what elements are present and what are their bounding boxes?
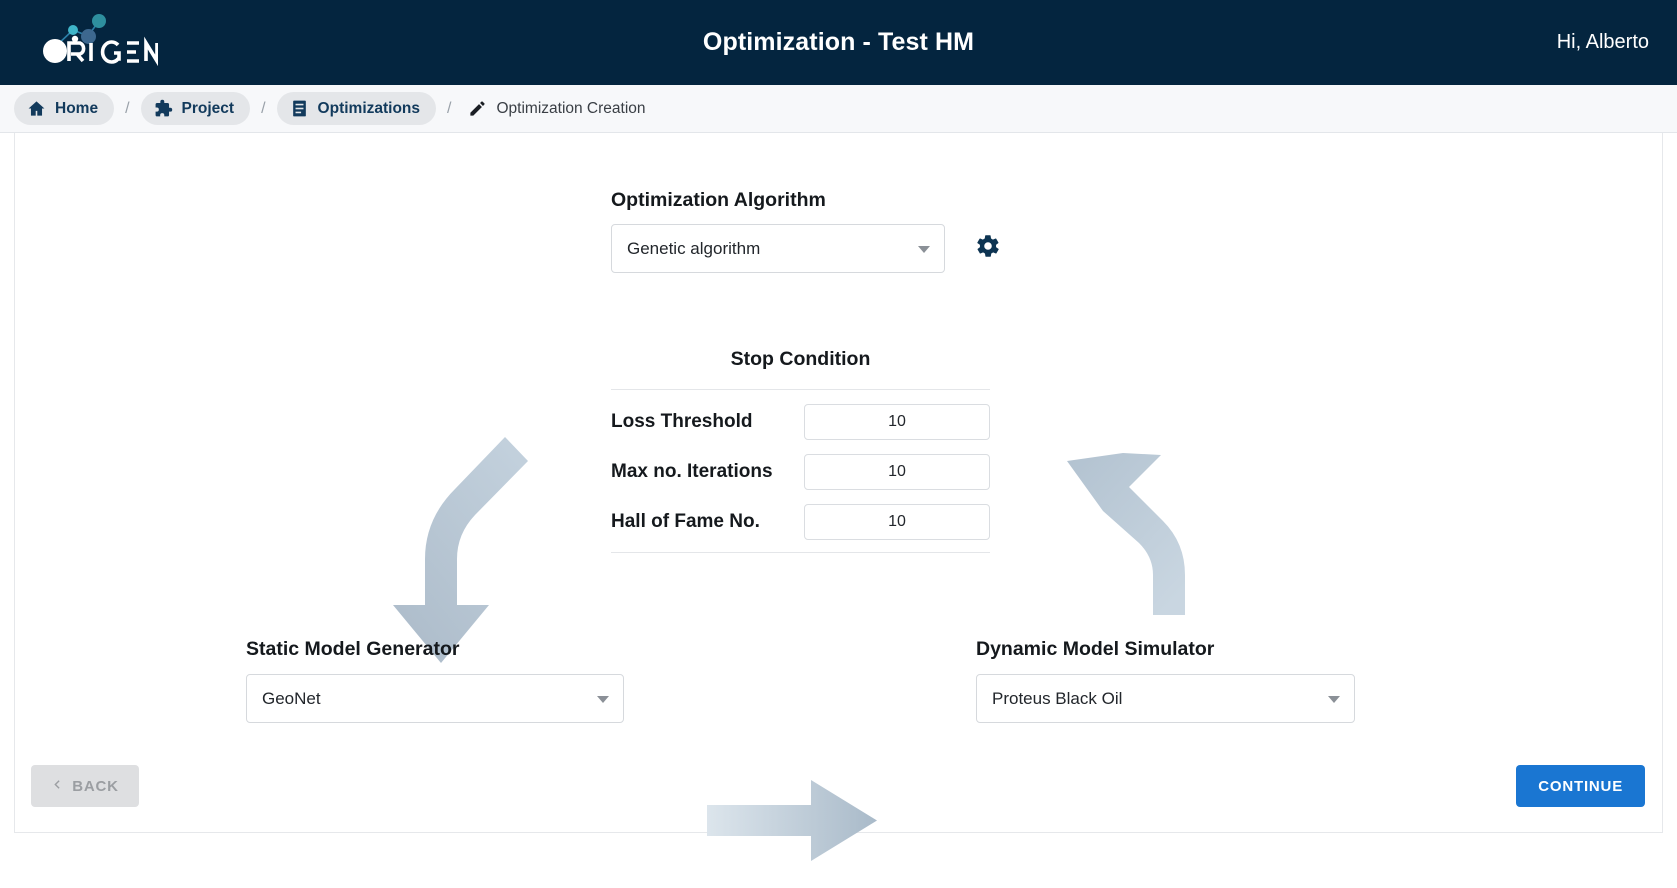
optimization-algorithm-value: Genetic algorithm: [627, 238, 761, 258]
hall-of-fame-label: Hall of Fame No.: [611, 511, 760, 532]
back-button-label: BACK: [72, 777, 119, 795]
chevron-down-icon: [597, 695, 609, 703]
arrow-right-decor: [707, 780, 877, 861]
curved-arrow-down-left-decor: [393, 437, 528, 663]
static-model-generator-label: Static Model Generator: [246, 638, 460, 660]
breadcrumb-separator: /: [261, 99, 266, 117]
dynamic-model-simulator-group: Dynamic Model Simulator Proteus Black Oi…: [976, 638, 1355, 723]
continue-button[interactable]: CONTINUE: [1516, 765, 1645, 807]
optimization-algorithm-select[interactable]: Genetic algorithm: [611, 224, 945, 273]
hall-of-fame-input[interactable]: [804, 504, 990, 540]
dynamic-model-simulator-select[interactable]: Proteus Black Oil: [976, 674, 1355, 723]
pencil-icon: [468, 99, 487, 118]
breadcrumb-label: Optimization Creation: [496, 99, 646, 117]
loss-threshold-label: Loss Threshold: [611, 411, 753, 432]
loss-threshold-input[interactable]: [804, 404, 990, 440]
optimization-creation-panel: Optimization Algorithm Genetic algorithm…: [14, 133, 1663, 861]
breadcrumb-item-project[interactable]: Project: [140, 92, 251, 125]
divider-bottom: [611, 552, 990, 553]
static-model-generator-value: GeoNet: [262, 688, 321, 708]
breadcrumb-item-optimization-creation: Optimization Creation: [462, 92, 661, 125]
breadcrumb-item-optimizations[interactable]: Optimizations: [276, 92, 437, 125]
gear-icon: [975, 233, 1001, 264]
home-icon: [27, 99, 46, 118]
max-iterations-input[interactable]: [804, 454, 990, 490]
chevron-down-icon: [1328, 695, 1340, 703]
chevron-down-icon: [918, 245, 930, 253]
optimization-algorithm-label: Optimization Algorithm: [611, 189, 826, 211]
dynamic-model-simulator-value: Proteus Black Oil: [992, 688, 1123, 708]
static-model-generator-group: Static Model Generator GeoNet: [246, 638, 624, 723]
breadcrumb-label: Optimizations: [317, 99, 421, 117]
max-iterations-label: Max no. Iterations: [611, 461, 773, 482]
dynamic-model-simulator-label: Dynamic Model Simulator: [976, 638, 1215, 660]
puzzle-piece-icon: [154, 99, 173, 118]
stop-condition-row: Hall of Fame No.: [611, 504, 990, 540]
static-model-generator-select[interactable]: GeoNet: [246, 674, 624, 723]
breadcrumb: Home / Project / Optimizations / Optimiz…: [0, 85, 1677, 133]
breadcrumb-separator: /: [447, 99, 452, 117]
stop-condition-title: Stop Condition: [730, 348, 871, 370]
page-title: Optimization - Test HM: [702, 28, 975, 56]
curved-arrow-up-left-decor: [1067, 453, 1185, 615]
breadcrumb-separator: /: [125, 99, 130, 117]
algorithm-settings-button[interactable]: [971, 232, 1005, 266]
back-button[interactable]: BACK: [31, 765, 139, 807]
stop-condition-group: Stop Condition Loss Threshold Max no. It…: [611, 348, 990, 553]
document-icon: [290, 99, 309, 118]
breadcrumb-label: Project: [181, 99, 235, 117]
app-header: Optimization - Test HM Hi, Alberto: [0, 0, 1677, 85]
stop-condition-row: Max no. Iterations: [611, 454, 990, 490]
breadcrumb-label: Home: [55, 99, 99, 117]
stop-condition-row: Loss Threshold: [611, 404, 990, 440]
chevron-left-icon: [51, 778, 64, 795]
user-greeting[interactable]: Hi, Alberto: [1557, 31, 1649, 54]
optimization-algorithm-group: Optimization Algorithm Genetic algorithm: [611, 189, 1005, 273]
breadcrumb-item-home[interactable]: Home: [14, 92, 115, 125]
